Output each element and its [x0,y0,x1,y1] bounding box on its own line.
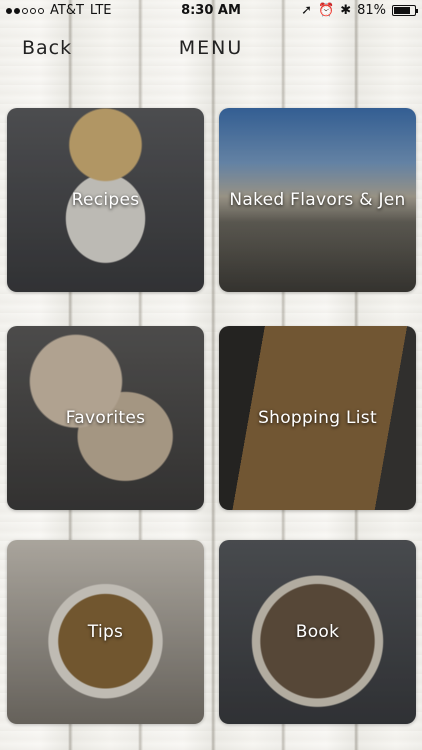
menu-tile-label: Favorites [65,408,146,428]
menu-tile-recipes[interactable]: Recipes [7,108,204,292]
bluetooth-icon: ✱ [340,3,352,18]
menu-tile-label: Recipes [71,190,140,210]
menu-tile-label: Shopping List [258,408,377,428]
menu-tile-favorites[interactable]: Favorites [7,326,204,510]
menu-tile-label: Book [295,622,340,642]
battery-percent: 81% [357,3,386,18]
menu-tile-shopping-list[interactable]: Shopping List [219,326,416,510]
status-right: ➚ ⏰ ✱ 81% [301,3,418,18]
menu-tile-label: Naked Flavors & Jen [229,190,406,210]
menu-tile-about[interactable]: Naked Flavors & Jen [219,108,416,292]
menu-tile-label: Tips [87,622,124,642]
battery-icon [392,5,418,16]
menu-tile-tips[interactable]: Tips [7,540,204,724]
status-bar: AT&T LTE 8:30 AM ➚ ⏰ ✱ 81% [0,0,422,22]
page-title: MENU [178,37,244,59]
menu-tile-book[interactable]: Book [219,540,416,724]
location-icon: ➚ [301,3,312,18]
alarm-icon: ⏰ [318,3,335,18]
